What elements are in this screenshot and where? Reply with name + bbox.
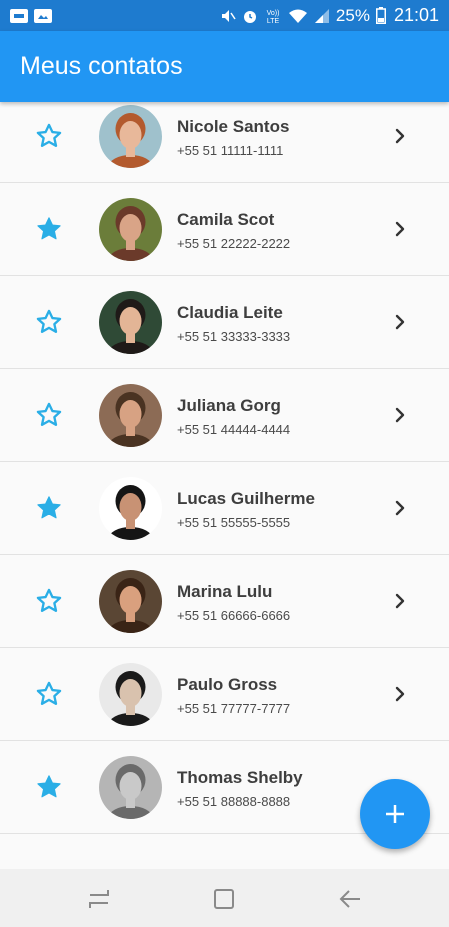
page-title: Meus contatos (20, 52, 183, 80)
avatar (99, 384, 162, 447)
contact-name: Camila Scot (177, 210, 275, 229)
contact-row[interactable]: Nicole Santos +55 51 11111-1111 (0, 90, 449, 183)
avatar (99, 198, 162, 261)
battery-icon (375, 7, 386, 24)
mute-icon (221, 9, 236, 22)
signal-icon (314, 8, 329, 23)
contact-row[interactable]: Paulo Gross +55 51 77777-7777 (0, 648, 449, 741)
alarm-icon (243, 10, 256, 23)
star-outline-icon[interactable] (35, 587, 63, 615)
contact-phone: +55 51 66666-6666 (177, 608, 291, 623)
plus-icon (386, 805, 404, 823)
battery-percent: 25% (335, 5, 370, 25)
wifi-icon (288, 9, 307, 23)
contact-phone: +55 51 44444-4444 (177, 422, 291, 437)
star-filled-icon[interactable] (35, 494, 63, 522)
avatar (99, 663, 162, 726)
contact-name: Paulo Gross (177, 675, 278, 694)
contact-name: Claudia Leite (177, 303, 283, 322)
image-icon (34, 8, 52, 23)
contact-name: Lucas Guilherme (177, 489, 315, 508)
contact-phone: +55 51 11111-1111 (177, 143, 284, 158)
svg-text:Vo)): Vo)) (267, 10, 280, 17)
app-bar: Meus contatos (0, 31, 449, 102)
contact-name: Marina Lulu (177, 582, 273, 601)
contact-list[interactable]: Nicole Santos +55 51 11111-1111 Camila Sco… (0, 90, 449, 869)
contact-phone: +55 51 77777-7777 (177, 701, 291, 716)
contact-row[interactable]: Claudia Leite +55 51 33333-3333 (0, 276, 449, 369)
chevron-right-icon[interactable] (391, 405, 409, 425)
add-contact-button[interactable] (360, 779, 430, 849)
star-filled-icon[interactable] (35, 215, 63, 243)
star-filled-icon[interactable] (35, 773, 63, 801)
star-outline-icon[interactable] (35, 122, 63, 150)
contact-phone: +55 51 22222-2222 (177, 236, 291, 251)
home-icon[interactable] (211, 886, 237, 912)
avatar (99, 570, 162, 633)
chevron-right-icon[interactable] (391, 312, 409, 332)
contact-row[interactable]: Juliana Gorg +55 51 44444-4444 (0, 369, 449, 462)
star-outline-icon[interactable] (35, 308, 63, 336)
contact-phone: +55 51 33333-3333 (177, 329, 291, 344)
status-bar: Vo)) LTE 25% 21:01 (0, 0, 449, 31)
star-outline-icon[interactable] (35, 680, 63, 708)
chevron-right-icon[interactable] (391, 684, 409, 704)
avatar (99, 291, 162, 354)
contact-name: Juliana Gorg (177, 396, 281, 415)
contact-row[interactable]: Camila Scot +55 51 22222-2222 (0, 183, 449, 276)
avatar (99, 105, 162, 168)
status-bar-left (10, 8, 52, 23)
contact-row[interactable]: Lucas Guilherme +55 51 55555-5555 (0, 462, 449, 555)
status-bar-right: Vo)) LTE 25% 21:01 (220, 5, 439, 26)
chevron-right-icon[interactable] (391, 126, 409, 146)
chevron-right-icon[interactable] (391, 591, 409, 611)
avatar (99, 477, 162, 540)
contact-phone: +55 51 55555-5555 (177, 515, 291, 530)
contact-row[interactable]: Marina Lulu +55 51 66666-6666 (0, 555, 449, 648)
contact-name: Thomas Shelby (177, 768, 303, 787)
notification-icon (10, 8, 28, 23)
system-nav-bar (0, 869, 449, 927)
svg-text:LTE: LTE (267, 18, 280, 25)
clock: 21:01 (393, 5, 439, 25)
volte-icon: Vo)) LTE (267, 10, 280, 25)
back-icon[interactable] (337, 886, 363, 912)
chevron-right-icon[interactable] (391, 498, 409, 518)
star-outline-icon[interactable] (35, 401, 63, 429)
chevron-right-icon[interactable] (391, 219, 409, 239)
contact-name: Nicole Santos (177, 117, 290, 136)
avatar (99, 756, 162, 819)
recent-apps-icon[interactable] (86, 886, 112, 912)
contact-phone: +55 51 88888-8888 (177, 794, 291, 809)
